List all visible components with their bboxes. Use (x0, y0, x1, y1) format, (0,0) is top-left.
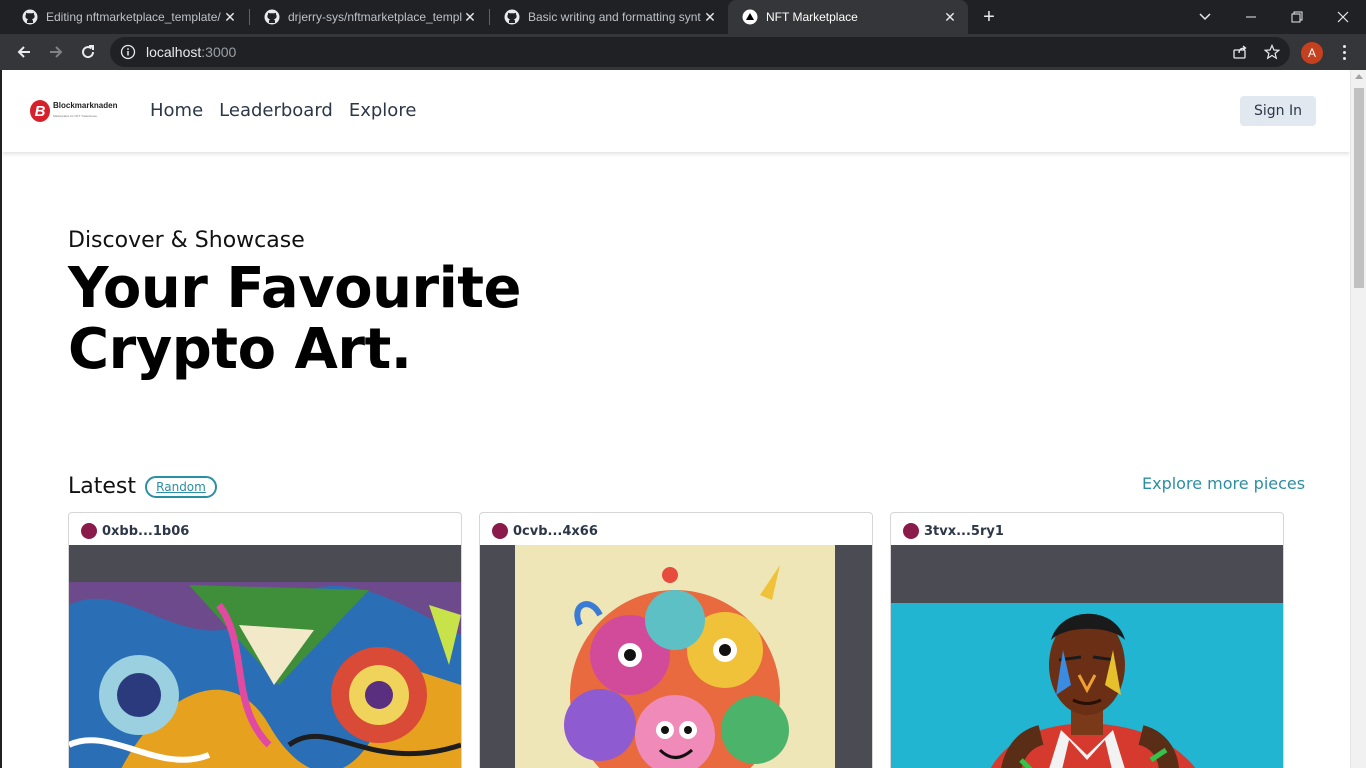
owner-address: 0cvb...4x66 (513, 523, 598, 539)
tab-title: Basic writing and formatting synt (528, 10, 701, 24)
github-icon (504, 9, 520, 25)
tab-title: Editing nftmarketplace_template/ (46, 10, 221, 24)
monsters-art-image (480, 545, 872, 768)
nft-artwork-image[interactable] (480, 545, 872, 768)
site-logo[interactable]: B Blockmarknaden Marketplace for NFT Tra… (30, 98, 126, 124)
card-owner[interactable]: 0cvb...4x66 (492, 523, 598, 539)
hero-title: Your Favourite Crypto Art. (68, 256, 522, 382)
card-owner[interactable]: 0xbb...1b06 (81, 523, 189, 539)
owner-address: 3tvx...5ry1 (924, 523, 1004, 539)
url-host: localhost (146, 44, 202, 60)
site-header: B Blockmarknaden Marketplace for NFT Tra… (2, 70, 1350, 152)
info-icon[interactable] (120, 44, 136, 60)
profile-avatar[interactable]: A (1301, 42, 1323, 64)
browser-menu-icon[interactable] (1334, 40, 1354, 64)
browser-tab-editing[interactable]: Editing nftmarketplace_template/ ✕ (8, 0, 248, 34)
bookmark-star-icon[interactable] (1260, 40, 1284, 64)
latest-heading: Latest (68, 474, 136, 499)
nft-card[interactable]: 0cvb...4x66 (479, 512, 873, 768)
browser-tab-nft-marketplace[interactable]: NFT Marketplace ✕ (728, 0, 968, 34)
forward-button[interactable] (42, 38, 70, 66)
new-tab-button[interactable]: + (976, 4, 1002, 30)
owner-avatar (81, 523, 97, 539)
main-nav: Home Leaderboard Explore (150, 100, 416, 121)
hero-title-line2: Crypto Art. (68, 317, 412, 382)
nft-card[interactable]: 3tvx...5ry1 (890, 512, 1284, 768)
close-icon[interactable]: ✕ (942, 9, 958, 25)
page-viewport: B Blockmarknaden Marketplace for NFT Tra… (0, 70, 1366, 768)
sign-in-button[interactable]: Sign In (1240, 96, 1316, 126)
tab-search-icon[interactable] (1182, 0, 1228, 34)
nav-explore[interactable]: Explore (349, 100, 417, 121)
basketball-player-art-image (891, 545, 1283, 768)
tab-title: NFT Marketplace (766, 10, 858, 24)
hero-title-line1: Your Favourite (68, 256, 522, 321)
browser-tab-repo[interactable]: drjerry-sys/nftmarketplace_templ ✕ (250, 0, 488, 34)
logo-wordmark: Blockmarknaden Marketplace for NFT Trade… (53, 101, 117, 121)
nav-home[interactable]: Home (150, 100, 203, 121)
logo-b-icon: B (30, 100, 50, 122)
nft-card[interactable]: 0xbb...1b06 (68, 512, 462, 768)
github-icon (22, 9, 38, 25)
browser-tab-docs[interactable]: Basic writing and formatting synt ✕ (490, 0, 728, 34)
nextjs-icon (742, 9, 758, 25)
browser-tab-strip: Editing nftmarketplace_template/ ✕ drjer… (0, 0, 1366, 34)
close-icon[interactable]: ✕ (702, 9, 718, 25)
share-icon[interactable] (1228, 40, 1252, 64)
url-text: localhost:3000 (146, 44, 236, 60)
card-owner[interactable]: 3tvx...5ry1 (903, 523, 1004, 539)
restore-button[interactable] (1274, 0, 1320, 34)
scrollbar-thumb[interactable] (1354, 88, 1364, 288)
tab-title: drjerry-sys/nftmarketplace_templ (288, 10, 463, 24)
minimize-button[interactable] (1228, 0, 1274, 34)
address-bar[interactable]: localhost:3000 (110, 37, 1290, 67)
logo-tagline: Marketplace for NFT Tradehouse (53, 114, 97, 118)
owner-avatar (492, 523, 508, 539)
scroll-up-icon[interactable] (1355, 74, 1363, 79)
logo-text: Blockmarknaden (53, 101, 118, 110)
owner-address: 0xbb...1b06 (102, 523, 190, 539)
hero-subtitle: Discover & Showcase (68, 228, 305, 253)
url-port: :3000 (201, 44, 237, 60)
close-icon[interactable]: ✕ (462, 9, 478, 25)
nft-artwork-image[interactable] (891, 545, 1283, 768)
close-window-button[interactable] (1320, 0, 1366, 34)
back-button[interactable] (10, 38, 38, 66)
close-icon[interactable]: ✕ (222, 9, 238, 25)
abstract-art-image (69, 545, 461, 768)
page-scrollbar[interactable] (1350, 70, 1366, 768)
github-icon (264, 9, 280, 25)
explore-more-link[interactable]: Explore more pieces (1142, 474, 1305, 493)
random-filter-button[interactable]: Random (145, 476, 217, 498)
nft-artwork-image[interactable] (69, 545, 461, 768)
nav-leaderboard[interactable]: Leaderboard (219, 100, 333, 121)
reload-button[interactable] (74, 38, 102, 66)
browser-toolbar: localhost:3000 A (0, 34, 1366, 70)
owner-avatar (903, 523, 919, 539)
